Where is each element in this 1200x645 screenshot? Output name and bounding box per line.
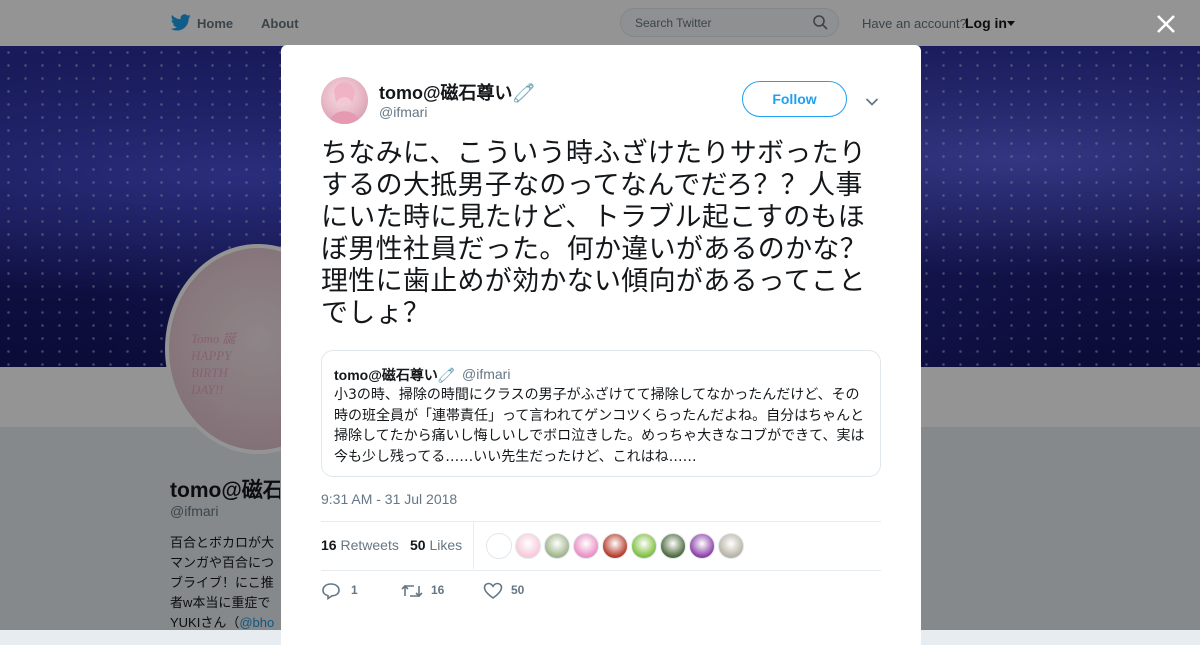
author-name[interactable]: tomo@磁石尊い🧷 — [379, 79, 535, 105]
quoted-author-handle: @ifmari — [462, 366, 511, 382]
author-handle[interactable]: @ifmari — [379, 104, 427, 120]
landscape-avatar[interactable] — [660, 533, 686, 559]
green-android-avatar[interactable] — [631, 533, 657, 559]
quoted-tweet[interactable]: tomo@磁石尊い🧷 @ifmari 小3の時、掃除の時間にクラスの男子がふざけ… — [321, 350, 881, 477]
pink-flower-avatar[interactable] — [573, 533, 599, 559]
author-avatar[interactable] — [321, 77, 368, 124]
tweet-stats: 16 Retweets 50 Likes — [321, 521, 881, 571]
like-count: 50 — [511, 583, 525, 597]
heart-icon — [483, 582, 503, 599]
quoted-tweet-text: 小3の時、掃除の時間にクラスの男子がふざけてて掃除してなかったんだけど、その時の… — [334, 387, 865, 465]
green-character-avatar[interactable] — [544, 533, 570, 559]
likes-stat[interactable]: 50 Likes — [410, 537, 462, 553]
tweet-actions: 1 16 50 — [321, 581, 881, 611]
pink-character-avatar[interactable] — [515, 533, 541, 559]
grey-avatar[interactable] — [718, 533, 744, 559]
bunny-avatar[interactable] — [486, 533, 512, 559]
red-avatar[interactable] — [602, 533, 628, 559]
divider — [473, 522, 474, 569]
reply-icon — [322, 583, 340, 600]
quoted-author-name: tomo@磁石尊い🧷 — [334, 367, 456, 383]
tweet-text: ちなみに、こういう時ふざけたりサボったりするの大抵男子なのってなんでだろ？？人事… — [321, 138, 867, 329]
retweet-icon — [401, 584, 423, 598]
reply-count: 1 — [351, 583, 358, 597]
chevron-down-icon[interactable] — [865, 94, 879, 106]
retweets-stat[interactable]: 16 Retweets — [321, 537, 399, 553]
retweet-count: 16 — [431, 583, 445, 597]
purple-avatar[interactable] — [689, 533, 715, 559]
tweet-modal: tomo@磁石尊い🧷 @ifmari Follow ちなみに、こういう時ふざけた… — [281, 45, 921, 645]
close-icon[interactable] — [1154, 12, 1178, 36]
follow-button[interactable]: Follow — [742, 81, 847, 117]
tweet-timestamp[interactable]: 9:31 AM - 31 Jul 2018 — [321, 491, 457, 507]
